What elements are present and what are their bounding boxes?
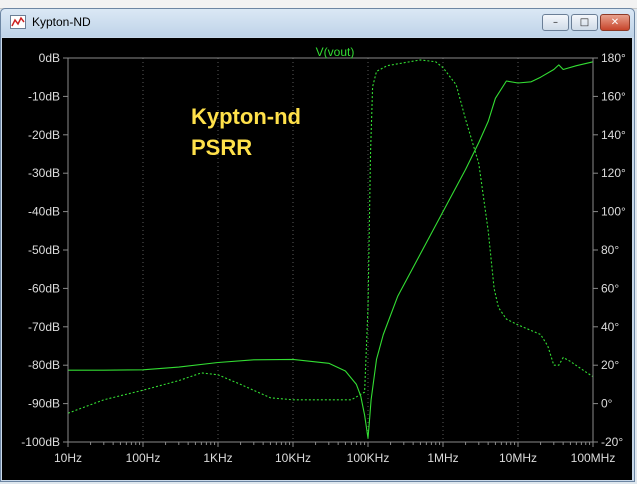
title-bar[interactable]: Kypton-ND – □ ✕ xyxy=(1,9,634,37)
plot-window: Kypton-ND – □ ✕ 10Hz 100Hz 1KHz 10KHz 100KHz… xyxy=(0,8,635,482)
left-tick-label: -90dB xyxy=(28,397,60,411)
right-tick-label: 60° xyxy=(601,281,619,295)
minimize-button[interactable]: – xyxy=(542,14,569,31)
x-tick-label: 1MHz xyxy=(427,451,458,465)
plot-area[interactable]: 10Hz 100Hz 1KHz 10KHz 100KHz 1MHz 10MHz 100MHz 0… xyxy=(2,38,632,480)
left-tick-label: 0dB xyxy=(39,51,60,65)
x-tick-label: 10Hz xyxy=(54,451,82,465)
phase-trace[interactable] xyxy=(67,59,594,414)
right-tick-label: 140° xyxy=(601,128,626,142)
left-tick-label: -50dB xyxy=(28,243,60,257)
right-tick-label: 120° xyxy=(601,166,626,180)
annotation-line-2: PSRR xyxy=(191,135,252,160)
x-tick-label: 10MHz xyxy=(499,451,537,465)
x-tick-label: 10KHz xyxy=(275,451,311,465)
plot-frame xyxy=(67,57,594,443)
annotation-line-1: Kypton-nd xyxy=(191,104,301,129)
left-tick-label: -40dB xyxy=(28,205,60,219)
x-tick-label: 100KHz xyxy=(347,451,390,465)
right-tick-label: 160° xyxy=(601,89,626,103)
waveform-chart-icon xyxy=(10,15,26,29)
right-tick-label: 0° xyxy=(601,397,613,411)
x-tick-label: 1KHz xyxy=(203,451,232,465)
magnitude-trace[interactable] xyxy=(68,61,594,439)
close-button[interactable]: ✕ xyxy=(600,14,630,31)
left-tick-label: -20dB xyxy=(28,128,60,142)
right-tick-label: 20° xyxy=(601,358,619,372)
right-tick-label: 40° xyxy=(601,320,619,334)
maximize-button[interactable]: □ xyxy=(571,14,598,31)
right-tick-label: 80° xyxy=(601,243,619,257)
x-tick-label: 100Hz xyxy=(126,451,161,465)
bode-plot: 10Hz 100Hz 1KHz 10KHz 100KHz 1MHz 10MHz 100MHz 0… xyxy=(21,45,626,465)
left-tick-label: -60dB xyxy=(28,281,60,295)
right-tick-label: 100° xyxy=(601,205,626,219)
left-tick-label: -100dB xyxy=(21,435,60,449)
left-tick-label: -10dB xyxy=(28,89,60,103)
left-tick-label: -70dB xyxy=(28,320,60,334)
right-tick-label: -20° xyxy=(601,435,623,449)
left-tick-label: -80dB xyxy=(28,358,60,372)
trace-title[interactable]: V(vout) xyxy=(316,45,355,59)
right-tick-label: 180° xyxy=(601,51,626,65)
x-tick-label: 100MHz xyxy=(571,451,616,465)
left-tick-label: -30dB xyxy=(28,166,60,180)
window-title: Kypton-ND xyxy=(32,15,91,29)
